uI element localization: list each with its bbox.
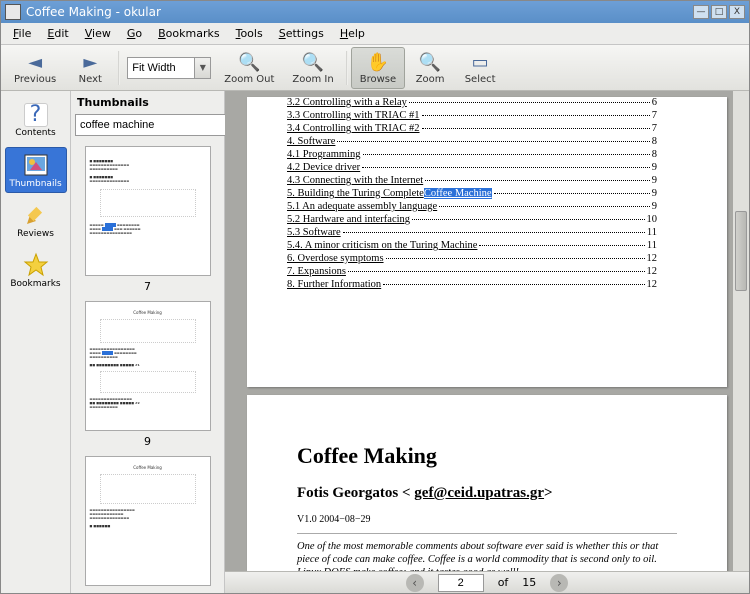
menu-help[interactable]: Help bbox=[332, 25, 373, 42]
toolbar-separator bbox=[118, 51, 120, 85]
maximize-button[interactable]: □ bbox=[711, 5, 727, 19]
email-link[interactable]: gef@ceid.upatras.gr bbox=[414, 485, 544, 501]
close-button[interactable]: X bbox=[729, 5, 745, 19]
menu-view[interactable]: View bbox=[77, 25, 119, 42]
thumbnail-search: ✖ 🔍 bbox=[71, 112, 224, 140]
titlebar: Coffee Making - okular — □ X bbox=[1, 1, 749, 23]
page-view[interactable]: Coffee Making Fotis Georgatos < gef@ceid… bbox=[247, 395, 727, 571]
toc-entry[interactable]: 8. Further Information12 bbox=[287, 279, 657, 292]
scrollbar-vertical[interactable] bbox=[733, 91, 749, 571]
thumbnails-list[interactable]: ■ ■■■■■■■ ▬▬▬▬▬▬▬▬▬▬▬▬▬▬▬▬▬▬▬▬▬▬▬▬ ■ ■■■… bbox=[71, 140, 224, 593]
app-icon bbox=[5, 4, 21, 20]
question-icon: ? bbox=[24, 103, 48, 127]
toolbar: ◄ Previous ► Next ▼ 🔍 Zoom Out 🔍 Zoom In… bbox=[1, 45, 749, 91]
menu-go[interactable]: Go bbox=[119, 25, 150, 42]
sidetab-reviews[interactable]: Reviews bbox=[5, 197, 67, 243]
next-button[interactable]: ► Next bbox=[65, 47, 115, 89]
arrow-left-icon: ◄ bbox=[24, 51, 46, 73]
chevron-down-icon[interactable]: ▼ bbox=[195, 57, 211, 79]
toc-entry[interactable]: 5.2 Hardware and interfacing10 bbox=[287, 214, 657, 227]
sidetab-thumbnails[interactable]: Thumbnails bbox=[5, 147, 67, 193]
select-button[interactable]: ▭ Select bbox=[455, 47, 505, 89]
document-area: 3.2 Controlling with a Relay63.3 Control… bbox=[225, 91, 749, 593]
toc-entry[interactable]: 5.4. A minor criticism on the Turing Mac… bbox=[287, 240, 657, 253]
menu-tools[interactable]: Tools bbox=[228, 25, 271, 42]
menu-settings[interactable]: Settings bbox=[271, 25, 332, 42]
side-tabs: ? Contents Thumbnails Reviews Bookmarks bbox=[1, 91, 71, 593]
pencil-icon bbox=[23, 202, 49, 228]
zoom-tool-button[interactable]: 🔍 Zoom bbox=[405, 47, 455, 89]
toc-entry[interactable]: 5. Building the Turing Complete Coffee M… bbox=[287, 188, 657, 201]
magnifier-icon: 🔍 bbox=[419, 51, 441, 73]
zoom-input[interactable] bbox=[127, 57, 195, 79]
menu-bookmarks[interactable]: Bookmarks bbox=[150, 25, 227, 42]
doc-intro: One of the most memorable comments about… bbox=[297, 540, 677, 571]
search-highlight: Coffee Machine bbox=[424, 188, 492, 199]
toc-entry[interactable]: 3.4 Controlling with TRIAC #27 bbox=[287, 123, 657, 136]
toc-entry[interactable]: 4.3 Connecting with the Internet9 bbox=[287, 175, 657, 188]
star-icon bbox=[23, 252, 49, 278]
previous-button[interactable]: ◄ Previous bbox=[5, 47, 65, 89]
doc-title: Coffee Making bbox=[297, 443, 677, 469]
toc-entry[interactable]: 3.3 Controlling with TRIAC #17 bbox=[287, 110, 657, 123]
toc-entry[interactable]: 4. Software8 bbox=[287, 136, 657, 149]
toc-entry[interactable]: 4.1 Programming8 bbox=[287, 149, 657, 162]
thumbnail-page[interactable]: Coffee Making ▬▬▬▬▬▬▬▬▬▬▬▬▬▬▬▬ ▬▬▬▬ ▬▬▬▬… bbox=[85, 301, 211, 431]
zoom-in-button[interactable]: 🔍 Zoom In bbox=[283, 47, 342, 89]
doc-author: Fotis Georgatos < gef@ceid.upatras.gr> bbox=[297, 485, 677, 502]
thumbnail-label: 9 bbox=[75, 435, 220, 448]
main-area: ? Contents Thumbnails Reviews Bookmarks … bbox=[1, 91, 749, 593]
doc-version: V1.0 2004−08−29 bbox=[297, 514, 677, 525]
current-page-input[interactable] bbox=[438, 574, 484, 592]
thumbnails-panel: Thumbnails ✖ 🔍 ■ ■■■■■■■ ▬▬▬▬▬▬▬▬▬▬▬▬▬▬▬… bbox=[71, 91, 225, 593]
sidetab-bookmarks[interactable]: Bookmarks bbox=[5, 247, 67, 293]
menu-file[interactable]: File bbox=[5, 25, 39, 42]
zoom-out-button[interactable]: 🔍 Zoom Out bbox=[215, 47, 283, 89]
thumbnails-icon bbox=[23, 152, 49, 178]
zoom-combo[interactable]: ▼ bbox=[127, 56, 211, 80]
toc-entry[interactable]: 6. Overdose symptoms12 bbox=[287, 253, 657, 266]
scrollbar-thumb[interactable] bbox=[735, 211, 747, 291]
zoom-in-icon: 🔍 bbox=[302, 51, 324, 73]
sidetab-contents[interactable]: ? Contents bbox=[5, 97, 67, 143]
menubar: File Edit View Go Bookmarks Tools Settin… bbox=[1, 23, 749, 45]
select-icon: ▭ bbox=[469, 51, 491, 73]
page-view[interactable]: 3.2 Controlling with a Relay63.3 Control… bbox=[247, 97, 727, 387]
divider bbox=[297, 533, 677, 534]
thumbnail-page[interactable]: Coffee Making ▬▬▬▬▬▬▬▬▬▬▬▬▬▬▬▬ ▬▬▬▬▬▬▬▬▬… bbox=[85, 456, 211, 586]
of-label: of bbox=[498, 576, 509, 589]
search-input[interactable] bbox=[75, 114, 243, 136]
prev-page-button[interactable]: ‹ bbox=[406, 574, 424, 592]
zoom-out-icon: 🔍 bbox=[238, 51, 260, 73]
toc-entry[interactable]: 7. Expansions12 bbox=[287, 266, 657, 279]
page-navbar: ‹ of 15 › bbox=[225, 571, 749, 593]
document-scroll[interactable]: 3.2 Controlling with a Relay63.3 Control… bbox=[225, 91, 749, 571]
toc-entry[interactable]: 5.3 Software11 bbox=[287, 227, 657, 240]
toc-entry[interactable]: 4.2 Device driver9 bbox=[287, 162, 657, 175]
window-title: Coffee Making - okular bbox=[26, 5, 691, 19]
toc-entry[interactable]: 3.2 Controlling with a Relay6 bbox=[287, 97, 657, 110]
toc-entry[interactable]: 5.1 An adequate assembly language9 bbox=[287, 201, 657, 214]
thumbnail-page[interactable]: ■ ■■■■■■■ ▬▬▬▬▬▬▬▬▬▬▬▬▬▬▬▬▬▬▬▬▬▬▬▬ ■ ■■■… bbox=[85, 146, 211, 276]
panel-heading: Thumbnails bbox=[71, 91, 224, 112]
arrow-right-icon: ► bbox=[79, 51, 101, 73]
thumbnail-label: 7 bbox=[75, 280, 220, 293]
minimize-button[interactable]: — bbox=[693, 5, 709, 19]
menu-edit[interactable]: Edit bbox=[39, 25, 76, 42]
browse-button[interactable]: ✋ Browse bbox=[351, 47, 405, 89]
next-page-button[interactable]: › bbox=[550, 574, 568, 592]
hand-icon: ✋ bbox=[367, 51, 389, 73]
toolbar-separator bbox=[346, 51, 348, 85]
total-pages: 15 bbox=[522, 576, 536, 589]
